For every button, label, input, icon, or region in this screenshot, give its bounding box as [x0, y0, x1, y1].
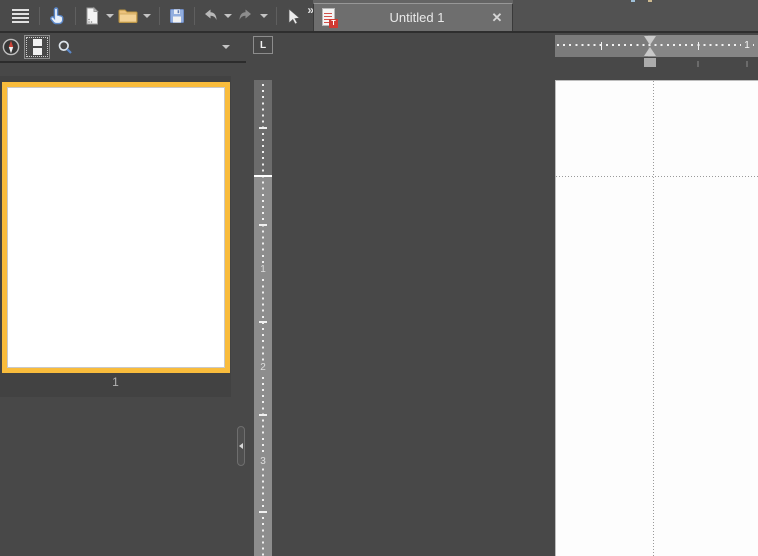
toolbar-separator — [194, 7, 195, 25]
new-document-button[interactable] — [81, 3, 103, 29]
navigator-compass-icon[interactable] — [2, 38, 20, 56]
search-icon[interactable] — [57, 39, 74, 56]
v-ruler-halfinch-tick — [259, 321, 267, 323]
toolbar-separator — [39, 7, 40, 25]
h-ruler-halfinch-tick — [601, 42, 602, 50]
toolbar-separator — [276, 7, 277, 25]
redo-button[interactable] — [235, 3, 257, 29]
undo-icon — [201, 7, 219, 25]
undo-dropdown-icon[interactable] — [224, 14, 232, 18]
redo-dropdown-icon[interactable] — [260, 14, 268, 18]
open-dropdown-icon[interactable] — [143, 14, 151, 18]
page-thumbnails-view-button[interactable] — [24, 35, 50, 59]
horizontal-ruler[interactable]: 1 — [555, 35, 758, 57]
document-canvas[interactable]: L 1 1 2 3 — [246, 33, 758, 556]
tab-close-icon[interactable]: ✕ — [490, 10, 504, 26]
v-ruler-number: 1 — [254, 264, 272, 276]
undo-button[interactable] — [200, 3, 222, 29]
page-thumbnails-panel: 1 — [0, 33, 246, 556]
top-bar: » T Untitled 1 ✕ — [0, 0, 758, 31]
toolbar-separator — [75, 7, 76, 25]
redo-icon — [237, 7, 255, 25]
document-tab[interactable]: T Untitled 1 ✕ — [313, 3, 513, 31]
toolbar-separator — [159, 7, 160, 25]
tab-title: Untitled 1 — [344, 10, 490, 25]
page-list-item-selected[interactable]: 1 — [0, 76, 231, 397]
page-thumbnail-selected[interactable] — [2, 82, 230, 373]
collapse-arrow-icon — [239, 443, 243, 449]
v-ruler-halfinch-tick — [259, 511, 267, 513]
panel-collapse-handle[interactable] — [237, 426, 245, 466]
clipped-icon-fragment — [631, 0, 635, 2]
open-folder-icon — [117, 7, 139, 25]
panel-divider — [0, 61, 246, 63]
save-button[interactable] — [165, 3, 189, 29]
clipped-icon-fragment — [648, 0, 652, 2]
v-ruler-halfinch-tick — [259, 414, 267, 416]
h-ruler-halfinch-tick — [698, 42, 699, 50]
v-ruler-number: 2 — [254, 362, 272, 374]
panel-toolbar — [0, 33, 246, 61]
pan-hand-button[interactable] — [44, 3, 70, 29]
hanging-indent-marker[interactable] — [644, 47, 656, 56]
open-button[interactable] — [117, 3, 141, 29]
page-number-label: 1 — [0, 375, 231, 389]
tab-zone: T Untitled 1 ✕ — [313, 0, 513, 31]
tab-document-icon: T — [322, 8, 338, 28]
first-line-indent-marker[interactable] — [644, 36, 656, 45]
page-thumbnail-preview — [7, 87, 225, 368]
select-cursor-icon — [284, 7, 302, 25]
textmaker-badge-icon: T — [329, 19, 338, 28]
left-margin-guide — [653, 81, 654, 556]
select-tool-button[interactable] — [282, 3, 304, 29]
v-ruler-halfinch-tick — [259, 224, 267, 226]
new-document-dropdown-icon[interactable] — [106, 14, 114, 18]
save-icon — [168, 7, 186, 25]
document-page[interactable] — [555, 80, 758, 556]
pan-hand-icon — [47, 6, 67, 26]
top-bar-filler — [513, 0, 758, 31]
top-margin-guide — [556, 176, 758, 177]
v-ruler-margin-line — [254, 175, 272, 177]
tab-stop-selector-button[interactable]: L — [253, 36, 273, 54]
main-toolbar: » — [0, 0, 313, 31]
thumbnail-square-icon — [33, 39, 42, 46]
v-ruler-halfinch-tick — [259, 127, 267, 129]
h-ruler-ticks — [557, 44, 758, 46]
menu-icon — [12, 9, 29, 23]
new-document-icon — [83, 6, 101, 26]
v-ruler-ticks — [262, 84, 264, 556]
default-tabstop-tick — [746, 61, 748, 67]
left-indent-marker[interactable] — [644, 58, 656, 67]
panel-dropdown-icon[interactable] — [222, 45, 230, 49]
menu-button[interactable] — [8, 3, 34, 29]
vertical-ruler[interactable]: 1 2 3 — [254, 80, 272, 556]
h-ruler-number: 1 — [741, 39, 753, 52]
default-tabstop-tick — [697, 61, 699, 67]
thumbnail-square-icon — [33, 48, 42, 55]
v-ruler-number: 3 — [254, 456, 272, 468]
